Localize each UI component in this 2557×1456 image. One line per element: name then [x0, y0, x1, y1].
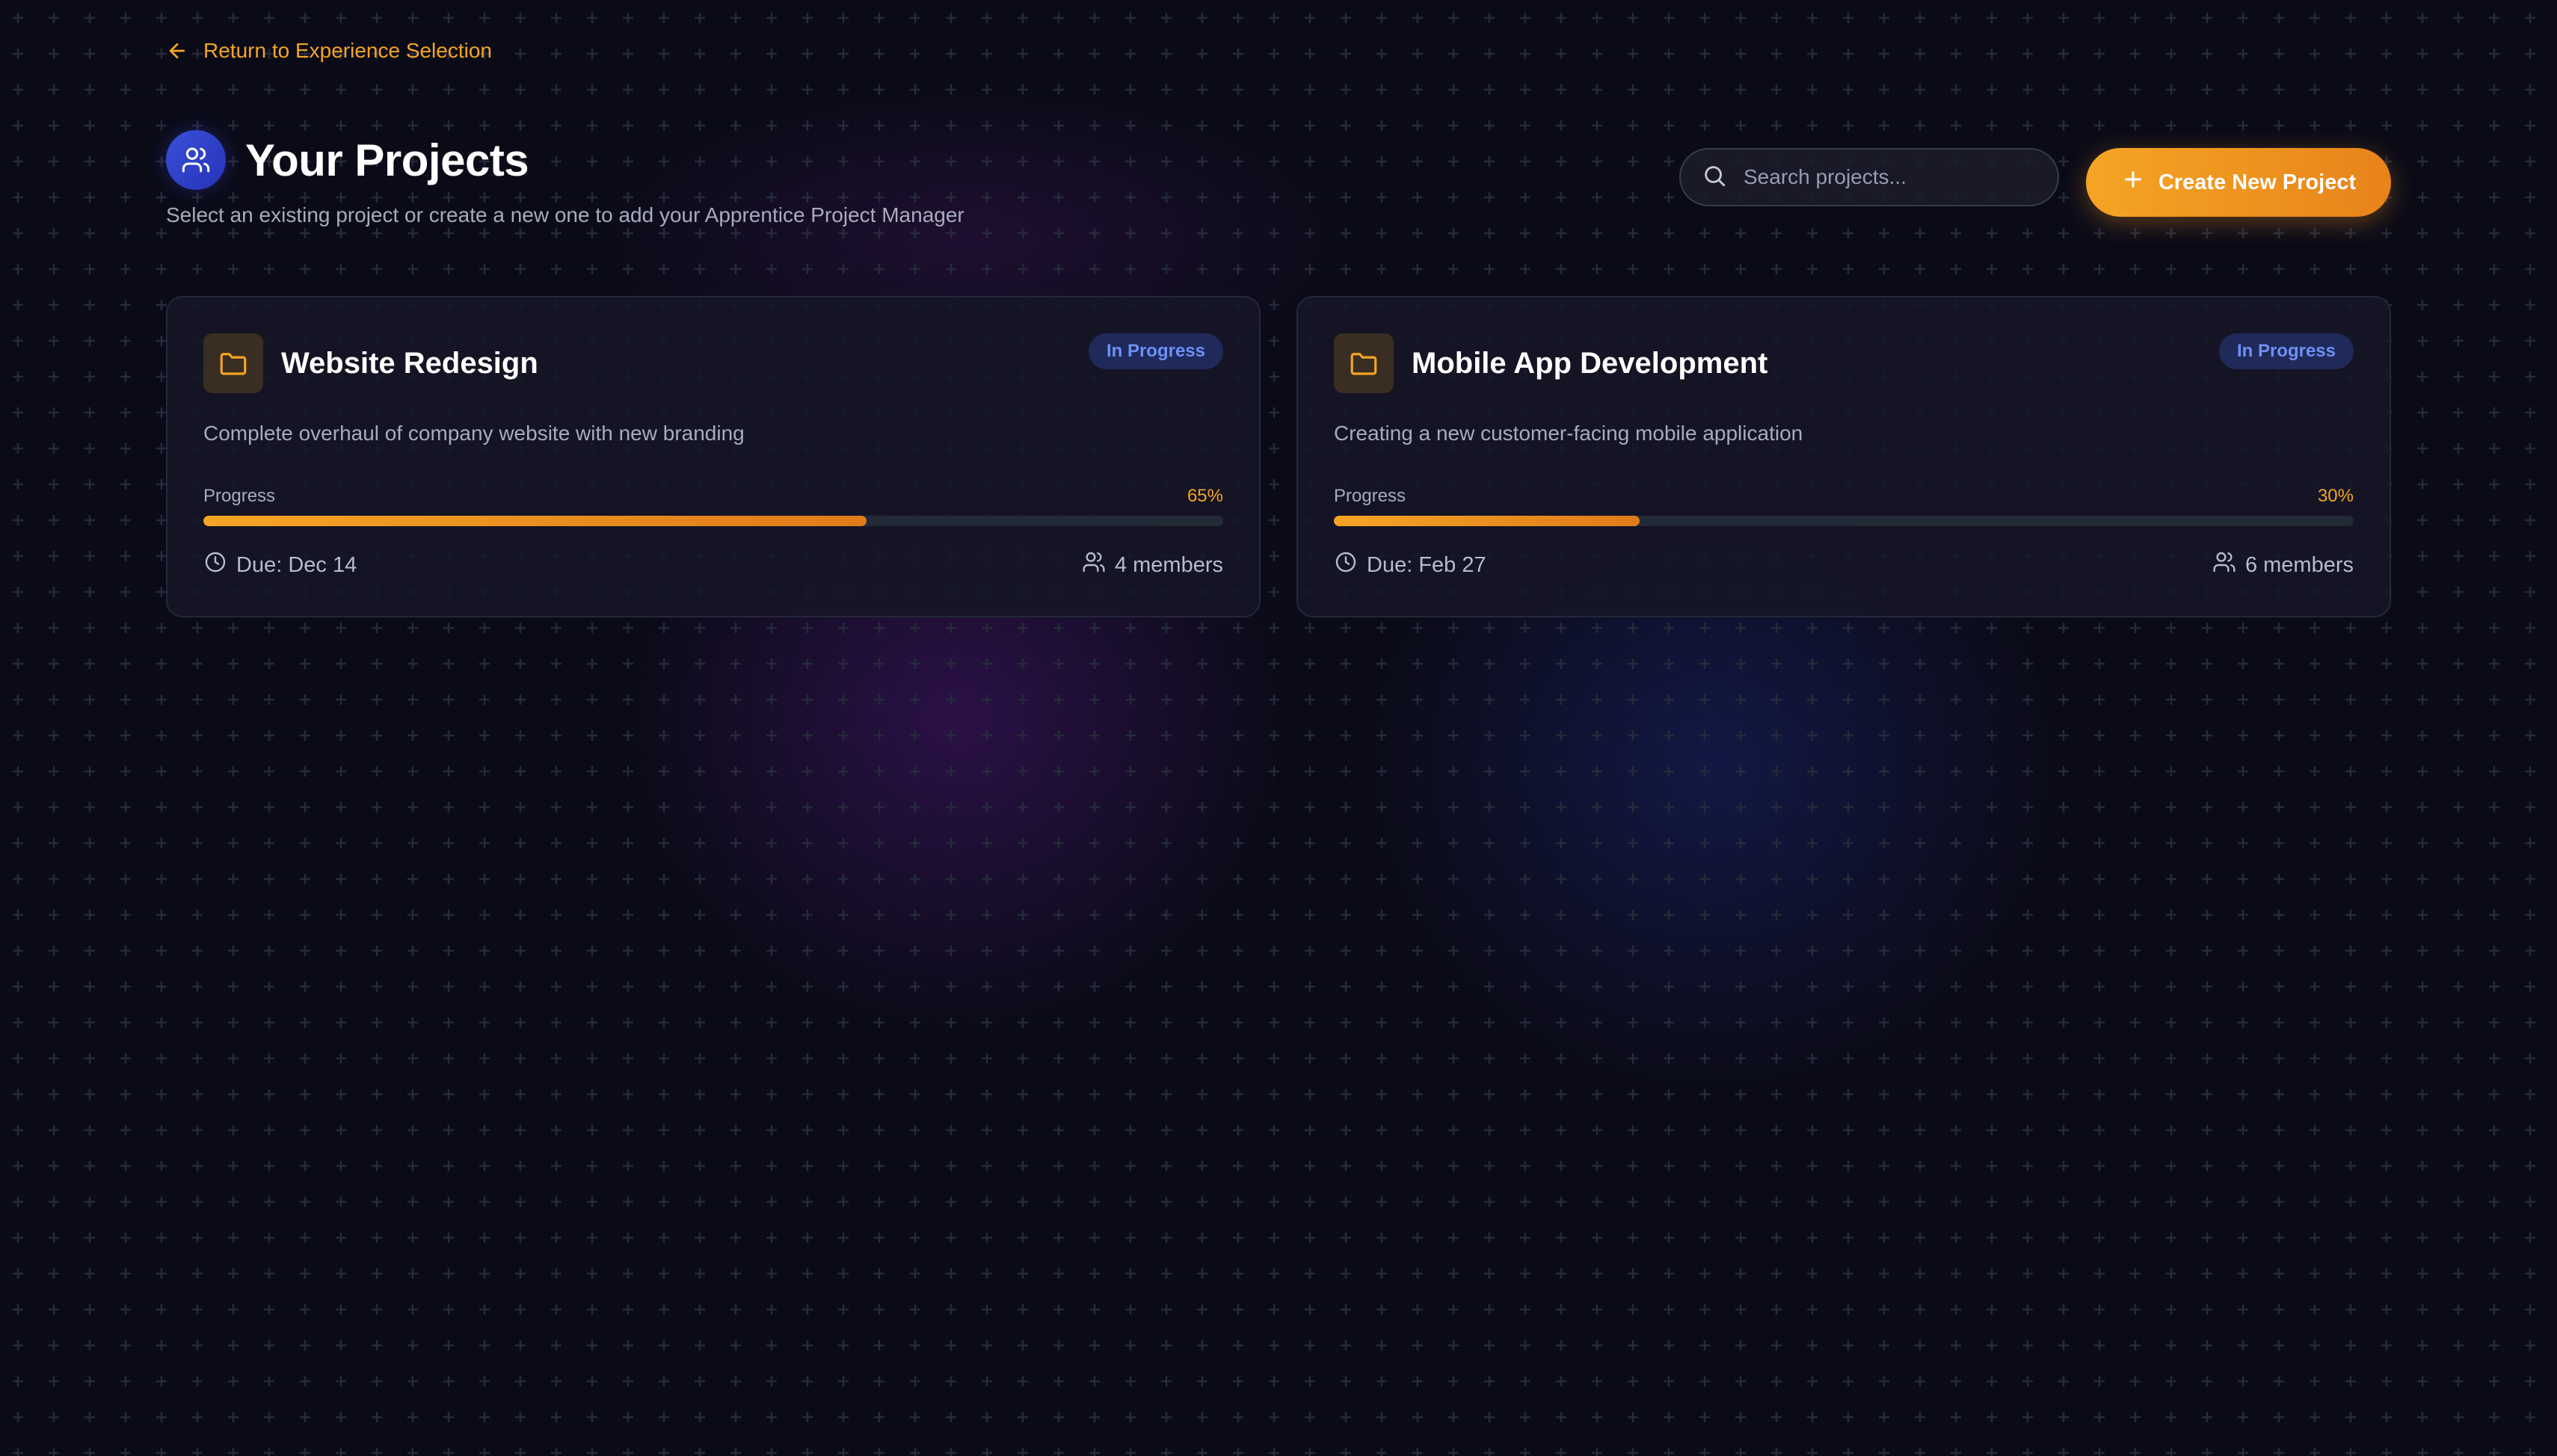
member-count-label: 4 members — [1114, 552, 1223, 577]
page-subtitle: Select an existing project or create a n… — [166, 203, 964, 226]
page-title: Your Projects — [245, 135, 529, 185]
member-count: 6 members — [2212, 550, 2354, 580]
status-badge: In Progress — [1088, 333, 1223, 369]
return-to-experience-link[interactable]: Return to Experience Selection — [166, 39, 492, 63]
create-button-label: Create New Project — [2158, 170, 2357, 194]
page-header: Your Projects Select an existing project… — [166, 130, 2391, 227]
search-input[interactable] — [1742, 164, 2044, 190]
card-header: Website Redesign — [203, 333, 538, 393]
progress-bar-fill — [203, 516, 867, 526]
search-box[interactable] — [1679, 148, 2059, 206]
progress-bar-fill — [1334, 516, 1640, 526]
card-footer: Due: Feb 27 6 members — [1334, 550, 2354, 580]
project-card-mobile-app-development[interactable]: Mobile App Development In Progress Creat… — [1296, 296, 2391, 617]
card-footer: Due: Dec 14 4 members — [203, 550, 1223, 580]
projects-page: Return to Experience Selection Your Proj… — [0, 0, 2557, 1456]
search-icon — [1702, 163, 1727, 192]
progress-percent: 30% — [2317, 486, 2354, 506]
users-icon — [1082, 550, 1106, 580]
card-header: Mobile App Development — [1334, 333, 1767, 393]
progress-header: Progress 65% — [203, 486, 1223, 507]
users-icon — [166, 130, 226, 190]
member-count: 4 members — [1082, 550, 1223, 580]
progress-percent: 65% — [1187, 486, 1223, 506]
return-link-label: Return to Experience Selection — [203, 39, 492, 62]
project-description: Complete overhaul of company website wit… — [203, 422, 745, 445]
create-new-project-button[interactable]: Create New Project — [2086, 148, 2391, 217]
arrow-left-icon — [166, 40, 188, 62]
clock-icon — [203, 550, 227, 580]
due-date: Due: Dec 14 — [203, 550, 357, 580]
due-date-label: Due: Dec 14 — [236, 552, 357, 577]
progress-bar — [1334, 516, 2354, 526]
project-card-website-redesign[interactable]: Website Redesign In Progress Complete ov… — [166, 296, 1261, 617]
progress-label: Progress — [1334, 486, 1406, 506]
users-icon — [2212, 550, 2236, 580]
due-date-label: Due: Feb 27 — [1367, 552, 1486, 577]
project-description: Creating a new customer-facing mobile ap… — [1334, 422, 1803, 445]
project-title: Website Redesign — [281, 346, 538, 380]
progress-header: Progress 30% — [1334, 486, 2354, 507]
folder-icon — [1334, 333, 1394, 393]
clock-icon — [1334, 550, 1358, 580]
project-list: Website Redesign In Progress Complete ov… — [166, 296, 2391, 617]
plus-icon — [2121, 167, 2145, 197]
main-content: Return to Experience Selection Your Proj… — [166, 0, 2391, 1456]
folder-icon — [203, 333, 263, 393]
status-badge: In Progress — [2218, 333, 2354, 369]
project-title: Mobile App Development — [1412, 346, 1768, 380]
due-date: Due: Feb 27 — [1334, 550, 1486, 580]
member-count-label: 6 members — [2244, 552, 2354, 577]
progress-label: Progress — [203, 486, 276, 506]
progress-bar — [203, 516, 1223, 526]
